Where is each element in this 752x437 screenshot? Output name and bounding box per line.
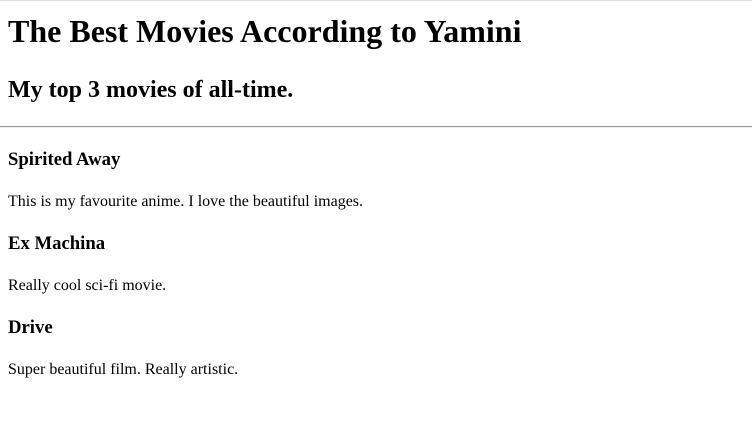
movie-description: Really cool sci-fi movie. [8,277,167,294]
movie-description: Super beautiful film. Really artistic. [8,361,239,378]
movie-title: Spirited Away [8,149,121,170]
movie-title: Drive [8,317,53,338]
movie-description: This is my favourite anime. I love the b… [8,193,364,210]
page-subtitle: My top 3 movies of all-time. [8,77,294,103]
movie-title: Ex Machina [8,233,106,254]
divider [0,126,752,128]
page-title: The Best Movies According to Yamini [8,13,522,49]
